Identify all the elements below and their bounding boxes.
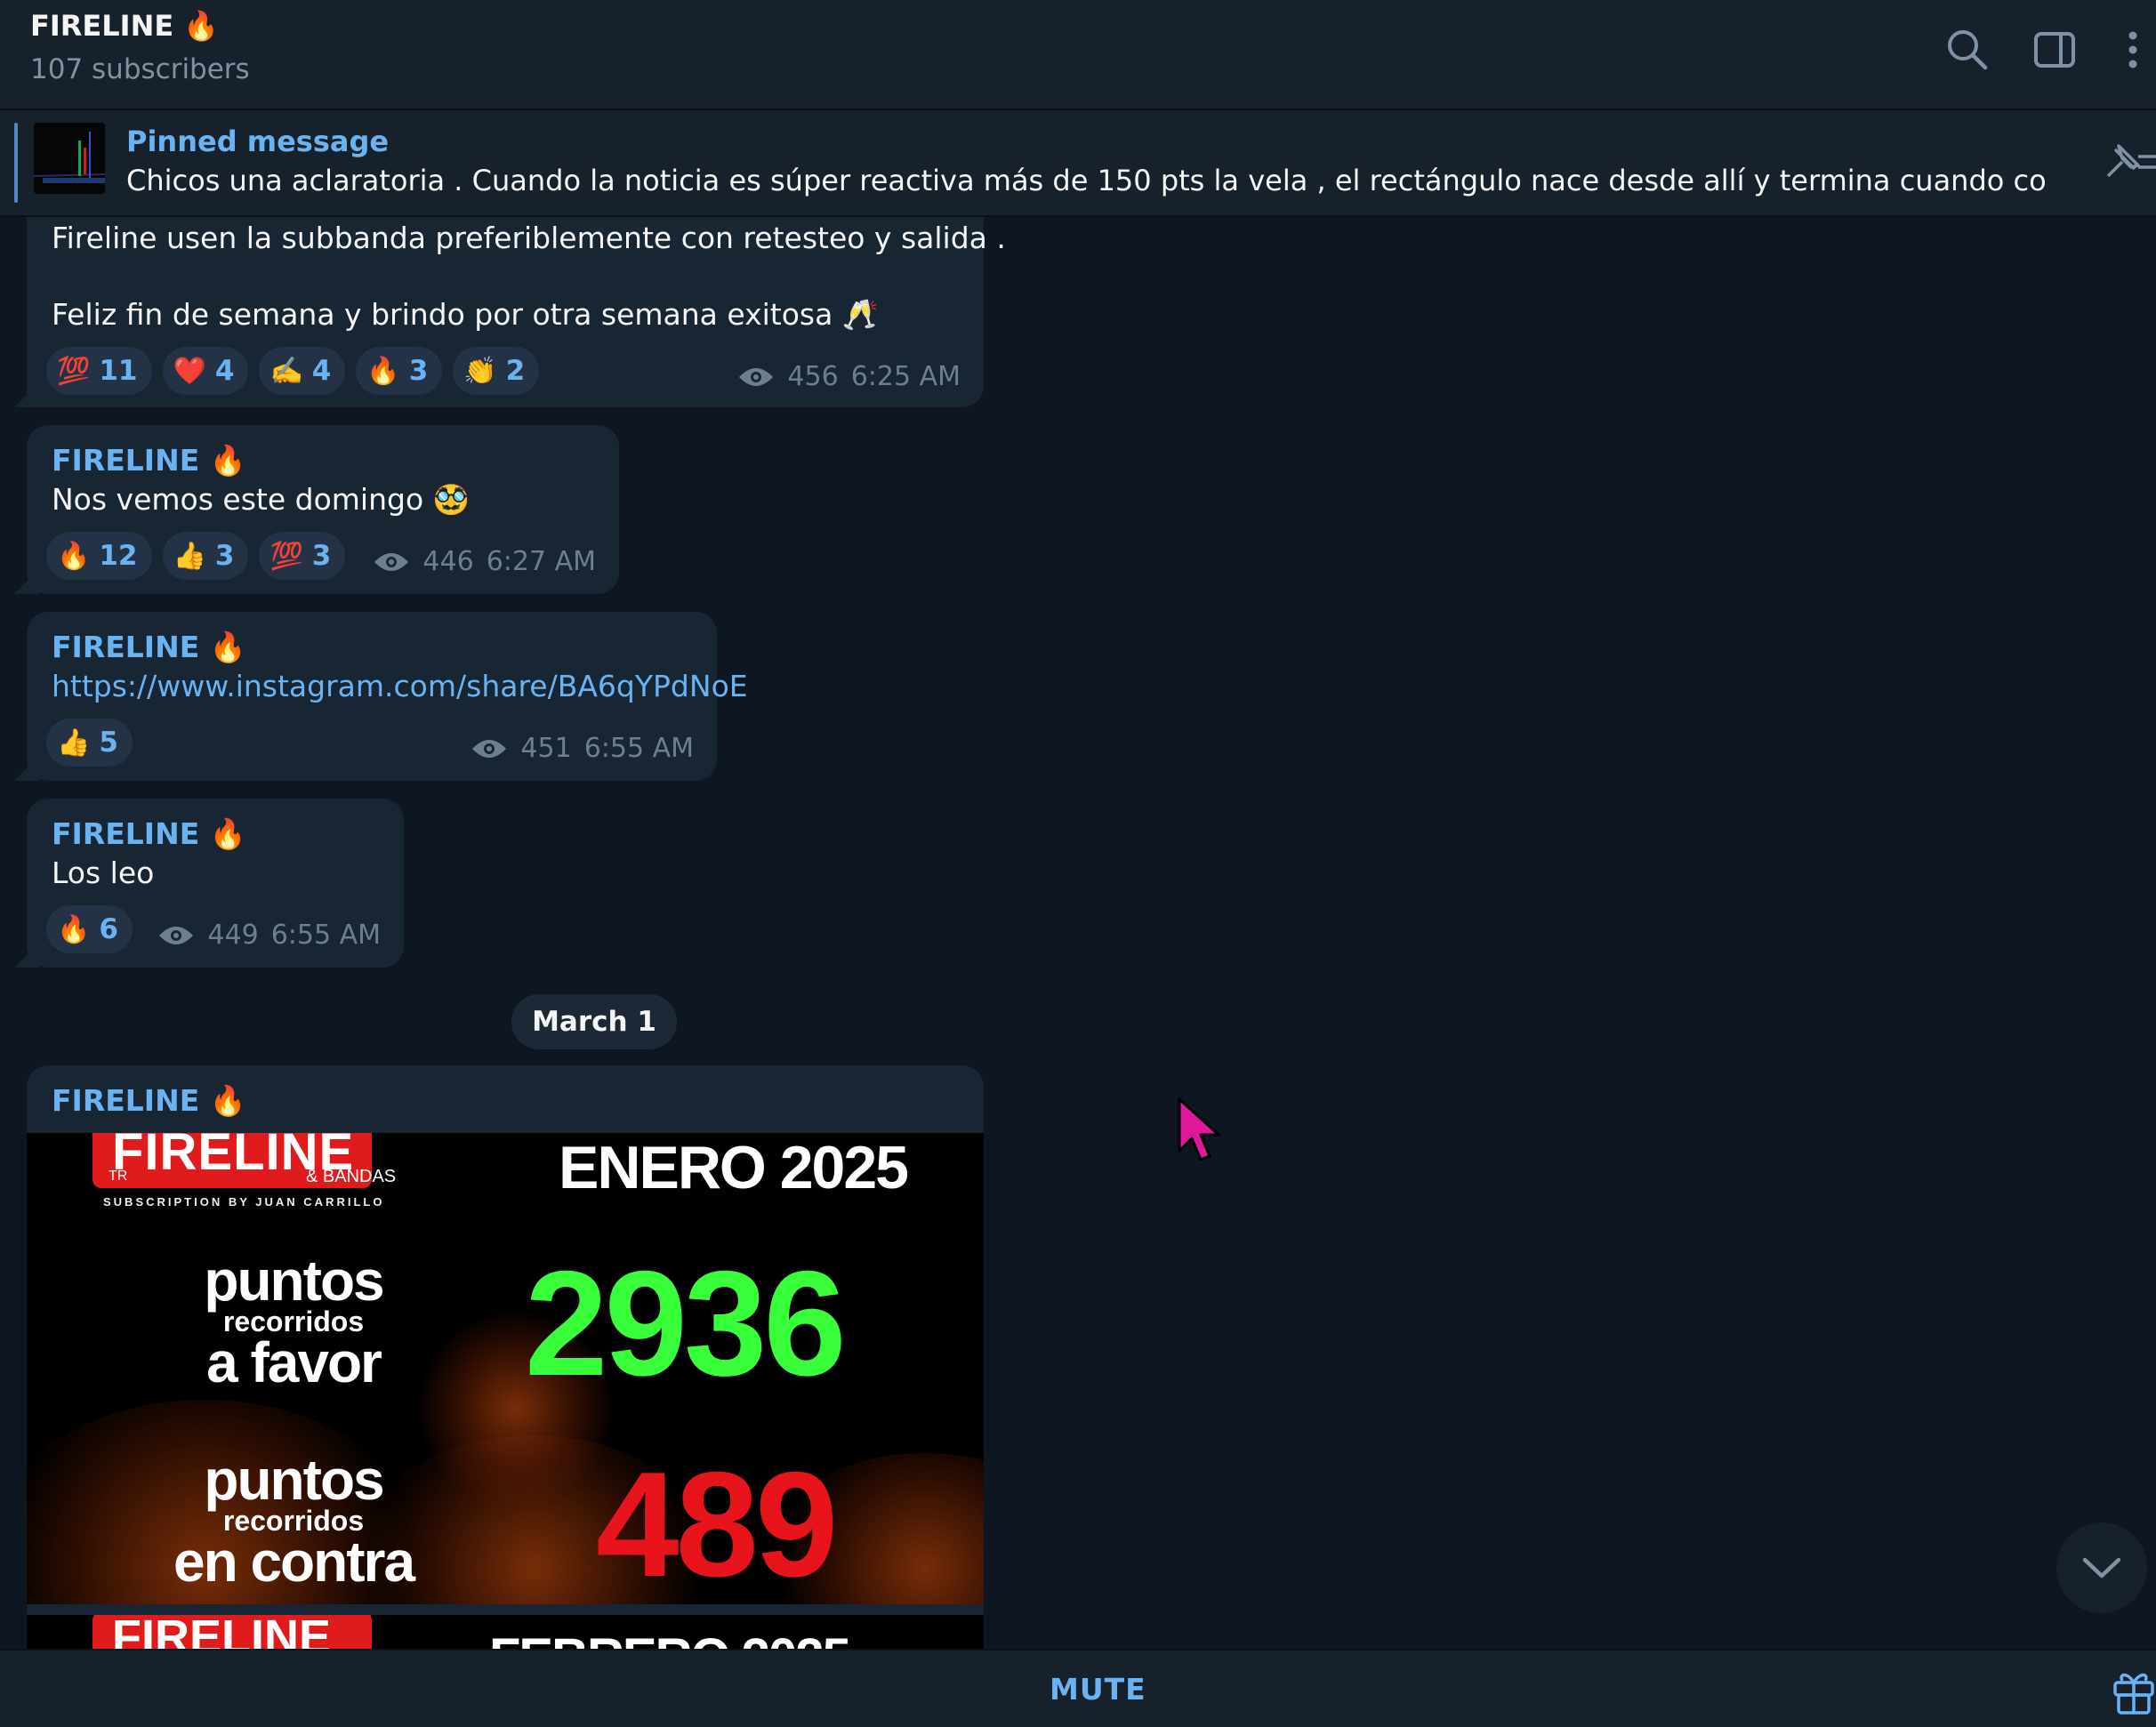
views-eye-icon [472,739,507,758]
message-bubble[interactable]: FIRELINE 🔥 Los leo 🔥 6 449 6:55 AM [27,799,404,968]
reaction-chip[interactable]: 🔥 3 [356,347,443,395]
image-message[interactable]: FIRELINE 🔥 FIRELINE TR & BANDAS SUBSCRIP… [27,1065,984,1649]
subscriber-count: 107 subscribers [30,53,250,85]
reaction-chip[interactable]: 💯 11 [46,347,152,395]
date-separator[interactable]: March 1 [511,994,677,1049]
reaction-count: 12 [99,540,138,572]
message-text-line: Feliz fin de semana y brindo por otra se… [52,297,879,332]
sender-name[interactable]: FIRELINE 🔥 [52,630,246,665]
views-eye-icon [159,926,194,944]
reaction-chip[interactable]: ❤️ 4 [162,347,249,395]
channel-title[interactable]: FIRELINE 🔥 [30,9,219,43]
mouse-cursor-icon [1178,1097,1220,1161]
reaction-chip[interactable]: 👍 3 [162,532,249,580]
reaction-chip[interactable]: 👍 5 [46,719,133,767]
writing-hand-emoji: ✍️ [270,355,303,387]
reaction-chip[interactable]: 👏 2 [453,347,540,395]
message-time: 6:55 AM [270,920,381,951]
contra-label-3: en contra [173,1530,415,1594]
hundred-emoji: 💯 [270,540,303,572]
gift-icon[interactable] [2112,1665,2156,1715]
reaction-count: 2 [505,355,526,387]
message-time: 6:27 AM [486,546,596,577]
more-vertical-icon[interactable] [2110,27,2156,73]
reaction-chip[interactable]: ✍️ 4 [259,347,346,395]
reaction-count: 3 [214,540,235,572]
reaction-chip[interactable]: 🔥 6 [46,905,133,953]
message-bubble[interactable]: FIRELINE 🔥 Nos vemos este domingo 🥸 🔥 12 … [27,425,619,594]
reaction-chip[interactable]: 🔥 12 [46,532,152,580]
message-meta: 451 6:55 AM [471,733,694,764]
pinned-indicator [14,123,18,203]
fire-emoji: 🔥 [366,355,400,387]
view-count: 451 [520,733,572,764]
pinned-text: Chicos una aclaratoria . Cuando la notic… [126,164,2047,197]
reaction-count: 3 [408,355,429,387]
sender-name[interactable]: FIRELINE 🔥 [52,1083,246,1119]
clap-emoji: 👏 [463,355,497,387]
heart-emoji: ❤️ [173,355,206,387]
favor-label-1: puntos [204,1249,384,1313]
pinned-title: Pinned message [126,125,390,158]
sidebar-toggle-icon[interactable] [2031,27,2078,73]
logo-text: FIRELINE [112,1615,332,1649]
message-link[interactable]: https://www.instagram.com/share/BA6qYPdN… [52,669,748,703]
message-meta: 456 6:25 AM [737,361,961,392]
logo-subscription: SUBSCRIPTION BY JUAN CARRILLO [103,1195,385,1209]
views-eye-icon [374,552,409,571]
pin-list-icon[interactable] [2099,141,2156,189]
pinned-thumbnail [34,123,105,194]
favor-label-3: a favor [206,1330,382,1394]
reactions-row: 🔥 12 👍 3 💯 3 [46,532,346,580]
reactions-row: 👍 5 [46,719,133,767]
reaction-count: 4 [214,355,235,387]
message-text: Nos vemos este domingo 🥸 [52,482,470,517]
stats-month: FEBRERO 2025 [489,1627,851,1649]
reaction-count: 4 [311,355,332,387]
message-text: Los leo [52,855,155,890]
message-bubble[interactable]: FIRELINE 🔥 https://www.instagram.com/sha… [27,612,748,781]
pinned-message-bar[interactable]: Pinned message Chicos una aclaratoria . … [0,110,2156,217]
message-bubble[interactable]: Fireline usen la subbanda preferiblement… [27,217,1006,407]
reactions-row: 🔥 6 [46,905,133,953]
message-time: 6:55 AM [583,733,694,764]
reaction-chip[interactable]: 💯 3 [259,532,346,580]
reactions-row: 💯 11 ❤️ 4 ✍️ 4 🔥 3 👏 2 [46,347,540,395]
reaction-count: 6 [99,913,118,945]
reaction-count: 5 [99,727,118,759]
view-count: 456 [787,361,839,392]
stats-month: ENERO 2025 [559,1134,909,1201]
chat-header[interactable]: FIRELINE 🔥 107 subscribers [0,0,2156,110]
thumbs-up-emoji: 👍 [173,540,206,572]
scroll-down-button[interactable] [2056,1522,2147,1613]
contra-label-1: puntos [204,1448,384,1512]
view-count: 446 [422,546,474,577]
fire-emoji: 🔥 [57,540,91,572]
message-meta: 449 6:55 AM [157,920,381,951]
stats-image-next[interactable]: FIRELINE FEBRERO 2025 [27,1615,984,1649]
view-count: 449 [207,920,259,951]
reaction-count: 3 [311,540,332,572]
logo-tr: TR [109,1169,128,1184]
mute-button[interactable]: MUTE [1050,1672,1146,1707]
stats-image[interactable]: FIRELINE TR & BANDAS SUBSCRIPTION BY JUA… [27,1133,984,1604]
message-time: 6:25 AM [850,361,961,392]
fire-emoji: 🔥 [57,913,91,945]
logo-bandas: & BANDAS [306,1167,397,1186]
sender-name[interactable]: FIRELINE 🔥 [52,816,246,852]
search-icon[interactable] [1944,27,1991,73]
reaction-count: 11 [99,355,138,387]
sender-name[interactable]: FIRELINE 🔥 [52,443,246,478]
contra-value: 489 [596,1441,838,1604]
thumbs-up-emoji: 👍 [57,727,91,759]
message-text-line: Fireline usen la subbanda preferiblement… [52,221,1006,255]
hundred-emoji: 💯 [57,355,91,387]
views-eye-icon [739,367,774,386]
message-meta: 446 6:27 AM [373,546,596,577]
favor-value: 2936 [525,1240,847,1407]
bottom-bar: MUTE [0,1649,2156,1727]
chevron-down-icon [2082,1557,2121,1578]
